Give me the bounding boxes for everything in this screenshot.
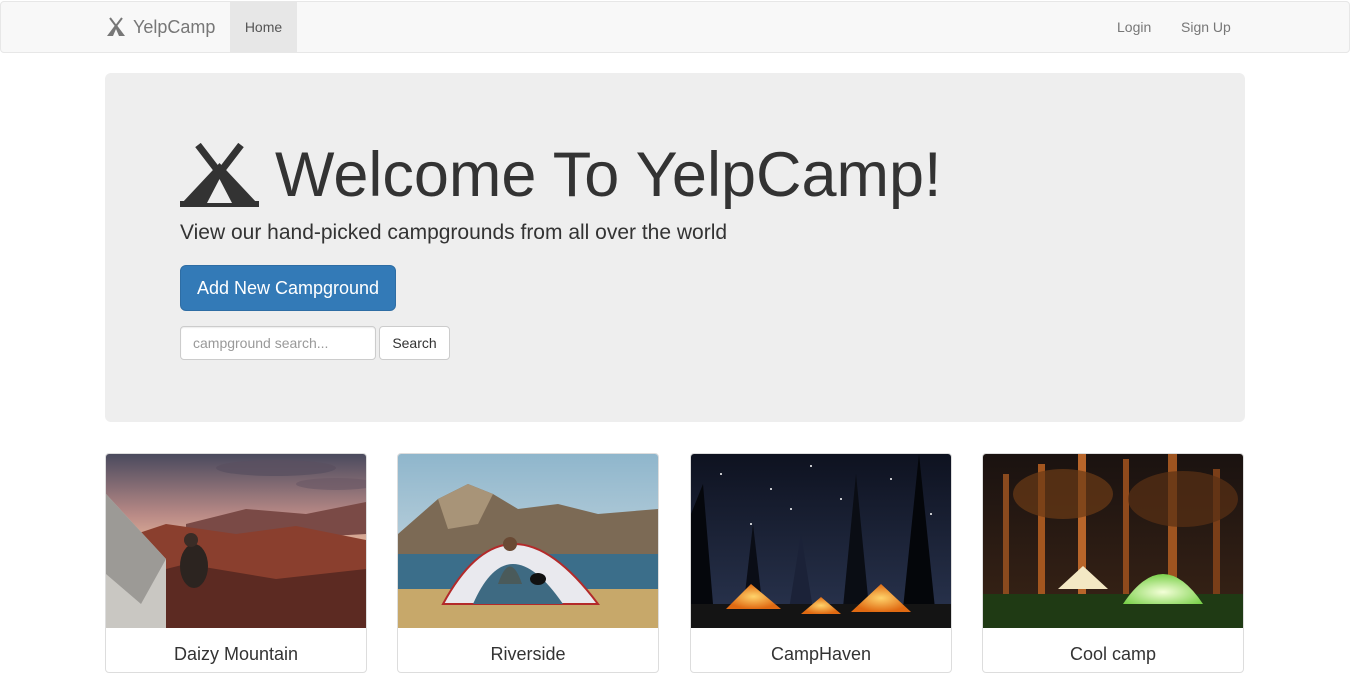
nav-signup-link[interactable]: Sign Up	[1181, 2, 1231, 52]
navbar: YelpCamp Home Login Sign Up	[0, 1, 1350, 53]
search-button[interactable]: Search	[379, 326, 450, 360]
campground-name: Daizy Mountain	[173, 644, 299, 664]
brand-link[interactable]: YelpCamp	[105, 2, 215, 52]
campground-search-input[interactable]	[180, 326, 376, 360]
nav-home-link[interactable]: Home	[230, 2, 297, 52]
tent-icon	[107, 17, 125, 36]
campground-card: Cool camp	[982, 453, 1244, 673]
campground-image[interactable]	[106, 454, 366, 628]
page-lead: View our hand-picked campgrounds from al…	[180, 221, 728, 244]
page-title: Welcome To YelpCamp!	[180, 139, 942, 211]
campground-name: Cool camp	[1069, 644, 1157, 664]
campground-name: Riverside	[490, 644, 566, 664]
jumbotron: Welcome To YelpCamp! View our hand-picke…	[105, 73, 1245, 422]
tent-icon	[180, 143, 259, 207]
campground-card: CampHaven	[690, 453, 952, 673]
campground-image[interactable]	[983, 454, 1243, 628]
campground-image[interactable]	[398, 454, 658, 628]
campground-image[interactable]	[691, 454, 951, 628]
nav-login-link[interactable]: Login	[1117, 2, 1151, 52]
campground-card: Daizy Mountain	[105, 453, 367, 673]
campground-name: CampHaven	[770, 644, 872, 664]
campground-card: Riverside	[397, 453, 659, 673]
page-title-text: Welcome To YelpCamp!	[275, 140, 942, 210]
add-campground-button[interactable]: Add New Campground	[180, 265, 396, 311]
brand-label: YelpCamp	[133, 16, 216, 37]
